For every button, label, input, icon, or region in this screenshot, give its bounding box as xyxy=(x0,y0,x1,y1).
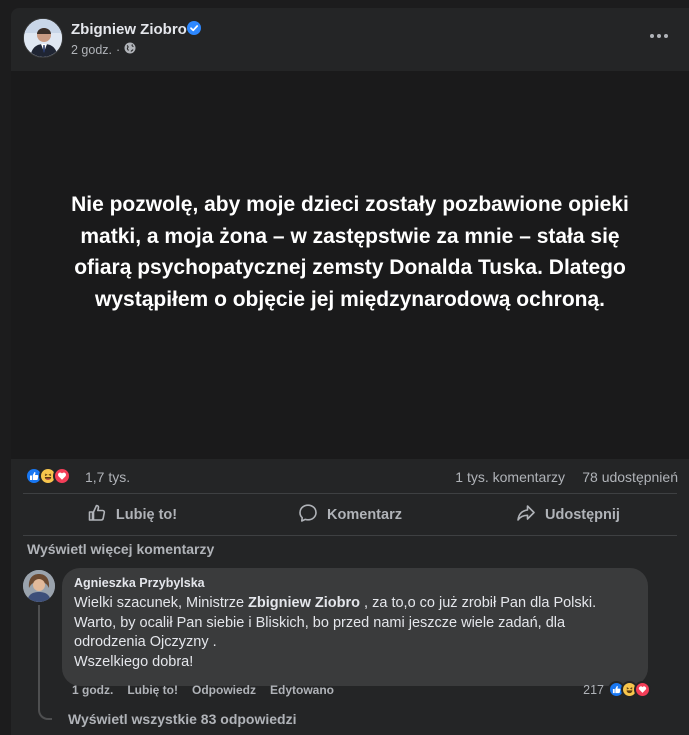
comment-reaction-summary[interactable]: 217 xyxy=(583,681,651,698)
post-image[interactable]: Nie pozwolę, aby moje dzieci zostały poz… xyxy=(11,71,689,459)
globe-icon xyxy=(124,42,136,57)
meta-separator: · xyxy=(116,42,121,57)
comment-bubble: Agnieszka Przybylska Wielki szacunek, Mi… xyxy=(62,568,648,686)
comment-bubble-icon xyxy=(298,503,318,527)
verified-badge-icon xyxy=(187,21,201,35)
author-avatar[interactable] xyxy=(23,18,63,58)
author-name[interactable]: Zbigniew Ziobro xyxy=(71,21,187,38)
reply-thread-line xyxy=(38,605,52,720)
post-card: Zbigniew Ziobro 2 godz. · Nie pozwolę, a xyxy=(11,8,689,735)
post-time[interactable]: 2 godz. xyxy=(71,43,112,57)
comment-like-button[interactable]: Lubię to! xyxy=(127,683,178,697)
reaction-count[interactable]: 1,7 tys. xyxy=(85,469,130,485)
comment-button[interactable]: Komentarz xyxy=(241,494,459,535)
dot-icon xyxy=(664,34,668,38)
view-more-comments-link[interactable]: Wyświetl więcej komentarzy xyxy=(27,541,214,557)
post-stats: 1,7 tys. 1 tys. komentarzy 78 udostępnie… xyxy=(11,459,689,493)
comment-text-part: Wielki szacunek, Ministrze xyxy=(74,595,249,611)
comment-button-label: Komentarz xyxy=(327,506,402,523)
comments-count[interactable]: 1 tys. komentarzy xyxy=(455,469,565,485)
comment-edited-label: Edytowano xyxy=(270,683,335,697)
love-reaction-icon xyxy=(53,467,71,485)
love-reaction-icon xyxy=(634,681,651,698)
comment-reply-button[interactable]: Odpowiedz xyxy=(192,683,256,697)
comment-line-2: Warto, by ocalił Pan siebie i Bliskich, … xyxy=(74,614,566,651)
share-button[interactable]: Udostępnij xyxy=(459,494,677,535)
share-button-label: Udostępnij xyxy=(545,506,620,523)
comment-time[interactable]: 1 godz. xyxy=(72,683,113,697)
post-actions: Lubię to! Komentarz Udostępnij xyxy=(23,493,677,536)
commenter-avatar[interactable] xyxy=(23,570,55,602)
like-button[interactable]: Lubię to! xyxy=(23,494,241,535)
more-options-button[interactable] xyxy=(645,22,673,50)
view-all-replies-link[interactable]: Wyświetl wszystkie 83 odpowiedzi xyxy=(68,711,296,727)
comment-mention-link[interactable]: Zbigniew Ziobro xyxy=(248,595,360,611)
reaction-summary[interactable] xyxy=(25,467,71,485)
dot-icon xyxy=(650,34,654,38)
post-meta: 2 godz. · xyxy=(71,42,136,57)
share-arrow-icon xyxy=(516,503,536,527)
thumbs-up-icon xyxy=(87,503,107,527)
post-quote-text: Nie pozwolę, aby moje dzieci zostały poz… xyxy=(71,193,629,311)
dot-icon xyxy=(657,34,661,38)
comment-text: Wielki szacunek, Ministrze Zbigniew Ziob… xyxy=(74,594,636,672)
comment-line-1: Wielki szacunek, Ministrze Zbigniew Ziob… xyxy=(74,594,636,614)
comment-text-part: , za to,o co już zrobił Pan dla Polski. xyxy=(360,595,597,611)
like-button-label: Lubię to! xyxy=(115,506,178,523)
comment-reaction-count: 217 xyxy=(583,682,604,697)
comment-author[interactable]: Agnieszka Przybylska xyxy=(74,576,636,590)
comment-line-3: Wszelkiego dobra! xyxy=(74,653,194,670)
shares-count[interactable]: 78 udostępnień xyxy=(582,469,678,485)
comment-actions: 1 godz. Lubię to! Odpowiedz Edytowano xyxy=(72,683,334,697)
post-header: Zbigniew Ziobro 2 godz. · xyxy=(11,8,689,71)
